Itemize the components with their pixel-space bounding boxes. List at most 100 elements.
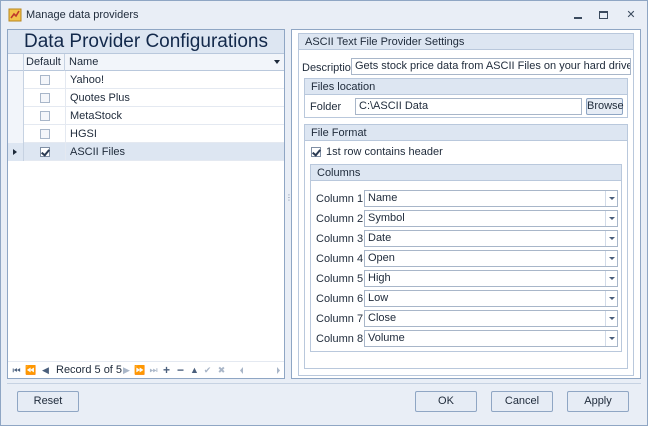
column-header-name-label: Name [69,56,99,68]
table-row[interactable]: Yahoo! [8,71,284,89]
manage-data-providers-window: Manage data providers ✕ Data Provider Co… [0,0,648,426]
columns-caption: Columns [311,165,621,181]
column-8-value: Volume [368,332,405,344]
minimize-icon [574,17,582,19]
sort-descending-icon [274,60,280,64]
provider-settings-panel: ASCII Text File Provider Settings Descri… [291,29,641,379]
default-checkbox[interactable] [40,129,50,139]
record-position: Record 5 of 5 [56,364,123,376]
description-label: Description [302,62,358,74]
maximize-button[interactable] [597,8,611,22]
column-6-label: Column 6 [316,293,364,305]
reset-button[interactable]: Reset [17,391,79,412]
ascii-settings-group: ASCII Text File Provider Settings Descri… [298,33,634,376]
default-checkbox[interactable] [40,147,50,157]
column-3-select[interactable]: Date [364,230,618,247]
column-header-name[interactable]: Name [65,54,284,71]
cancel-button[interactable]: Cancel [491,391,553,412]
end-edit-icon[interactable]: ✔ [202,364,213,376]
cancel-edit-icon[interactable]: ✖ [216,364,227,376]
provider-name: ASCII Files [65,143,284,161]
header-row-checkbox[interactable] [311,147,321,157]
dropdown-arrow-icon[interactable] [605,251,617,266]
table-row[interactable]: HGSI [8,125,284,143]
dropdown-arrow-icon[interactable] [605,291,617,306]
next-page-icon[interactable]: ⏩ [134,364,145,376]
ok-button[interactable]: OK [415,391,477,412]
row-indicator [8,107,24,125]
dropdown-arrow-icon[interactable] [605,231,617,246]
column-7-value: Close [368,312,397,324]
columns-group: Columns Column 1 Name Column 2 Symbol Co… [310,164,622,352]
dropdown-arrow-icon[interactable] [605,211,617,226]
column-1-value: Name [368,192,398,204]
previous-page-icon[interactable]: ⏪ [25,364,36,376]
column-4-label: Column 4 [316,253,364,265]
column-4-select[interactable]: Open [364,250,618,267]
row-indicator [8,71,24,89]
files-location-caption: Files location [305,79,627,95]
column-2-select[interactable]: Symbol [364,210,618,227]
default-checkbox[interactable] [40,93,50,103]
table-row[interactable]: MetaStock [8,107,284,125]
provider-name: Yahoo! [65,71,284,89]
column-1-select[interactable]: Name [364,190,618,207]
dropdown-arrow-icon[interactable] [605,191,617,206]
next-record-icon[interactable]: ▶ [121,364,132,376]
default-checkbox[interactable] [40,111,50,121]
description-field[interactable]: Gets stock price data from ASCII Files o… [351,58,631,75]
provider-name: HGSI [65,125,284,143]
column-2-value: Symbol [368,212,405,224]
column-3-label: Column 3 [316,233,364,245]
row-indicator-header [8,54,24,71]
minimize-button[interactable] [571,8,585,22]
row-indicator [8,125,24,143]
column-7-label: Column 7 [316,313,364,325]
column-8-label: Column 8 [316,333,364,345]
folder-field[interactable]: C:\ASCII Data [355,98,582,115]
panel-title: Data Provider Configurations [24,31,268,52]
dropdown-arrow-icon[interactable] [605,271,617,286]
dropdown-arrow-icon[interactable] [605,311,617,326]
previous-record-icon[interactable]: ◀ [40,364,51,376]
close-icon: ✕ [626,9,636,21]
apply-button[interactable]: Apply [567,391,629,412]
column-7-select[interactable]: Close [364,310,618,327]
row-indicator [8,143,24,161]
window-title: Manage data providers [26,9,139,21]
table-row-selected[interactable]: ASCII Files [8,143,284,161]
column-8-select[interactable]: Volume [364,330,618,347]
edit-record-icon[interactable]: ▲ [189,364,200,376]
column-6-value: Low [368,292,389,304]
record-navigator: ⏮ ⏪ ◀ Record 5 of 5 ▶ ⏩ ⏭ + − ▲ ✔ ✖ [8,361,284,378]
current-row-arrow-icon [13,149,17,155]
header-row-checkbox-label[interactable]: 1st row contains header [326,145,443,159]
last-record-icon[interactable]: ⏭ [148,364,159,376]
maximize-icon [599,11,608,19]
file-format-caption: File Format [305,125,627,141]
files-location-group: Files location Folder C:\ASCII Data Brow… [304,78,628,118]
table-row[interactable]: Quotes Plus [8,89,284,107]
horizontal-scrollbar[interactable] [238,365,282,376]
grid-header: Default Name [8,54,284,71]
splitter-handle[interactable]: ⋮ [285,181,293,221]
provider-name: MetaStock [65,107,284,125]
dialog-button-bar: Reset OK Cancel Apply [7,383,641,421]
dropdown-arrow-icon[interactable] [605,331,617,346]
append-record-icon[interactable]: + [161,364,172,376]
row-indicator [8,89,24,107]
column-3-value: Date [368,232,392,244]
column-4-value: Open [368,252,395,264]
app-icon [8,8,22,22]
column-6-select[interactable]: Low [364,290,618,307]
column-header-default[interactable]: Default [24,54,65,71]
default-checkbox[interactable] [40,75,50,85]
provider-name: Quotes Plus [65,89,284,107]
ascii-settings-caption: ASCII Text File Provider Settings [299,34,633,50]
browse-button[interactable]: Browse [586,98,624,115]
close-button[interactable]: ✕ [624,8,638,22]
column-5-select[interactable]: High [364,270,618,287]
delete-record-icon[interactable]: − [175,364,186,376]
panel-header: Data Provider Configurations [8,30,284,54]
first-record-icon[interactable]: ⏮ [11,364,22,376]
